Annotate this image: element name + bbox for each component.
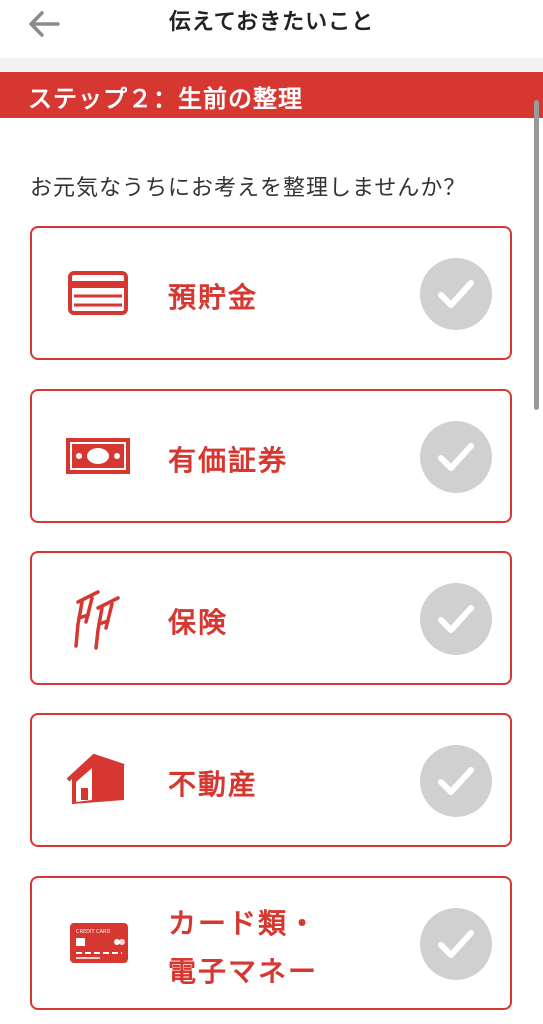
checkmark-icon xyxy=(438,280,474,308)
check-button[interactable] xyxy=(420,908,492,980)
house-icon xyxy=(62,750,132,810)
banknote-icon xyxy=(62,426,132,486)
scrollbar[interactable] xyxy=(534,100,539,410)
step-banner: ステップ２：生前の整理 xyxy=(0,72,543,118)
check-button[interactable] xyxy=(420,421,492,493)
page-title: 伝えておきたいこと xyxy=(168,10,375,35)
item-card-securities[interactable]: 有価証券 xyxy=(30,389,512,523)
checkmark-icon xyxy=(438,767,474,795)
item-card-savings[interactable]: 預貯金 xyxy=(30,226,512,360)
check-button[interactable] xyxy=(420,258,492,330)
checkmark-icon xyxy=(438,605,474,633)
bankbook-icon xyxy=(62,263,132,323)
header-gap xyxy=(0,58,543,72)
item-label: 有価証券 xyxy=(168,444,289,477)
item-card-cards-emoney[interactable]: CREDIT CARD カード類・ 電子マネー xyxy=(30,876,512,1010)
item-label: 預貯金 xyxy=(168,281,259,314)
prompt-text: お元気なうちにお考えを整理しませんか？ xyxy=(30,176,467,201)
check-button[interactable] xyxy=(420,583,492,655)
item-label: 不動産 xyxy=(168,768,259,801)
check-button[interactable] xyxy=(420,745,492,817)
step-label: ステップ２：生前の整理 xyxy=(28,85,303,113)
item-card-real-estate[interactable]: 不動産 xyxy=(30,713,512,847)
item-label: カード類・ 電子マネー xyxy=(168,907,319,988)
item-card-insurance[interactable]: 保険 xyxy=(30,551,512,685)
checkmark-icon xyxy=(438,930,474,958)
item-label: 保険 xyxy=(168,606,229,639)
checkmark-icon xyxy=(438,443,474,471)
card-text: CREDIT CARD xyxy=(76,929,110,935)
crutches-icon xyxy=(62,588,132,650)
credit-card-icon: CREDIT CARD xyxy=(62,913,132,973)
top-bar: 伝えておきたいこと xyxy=(0,0,543,59)
